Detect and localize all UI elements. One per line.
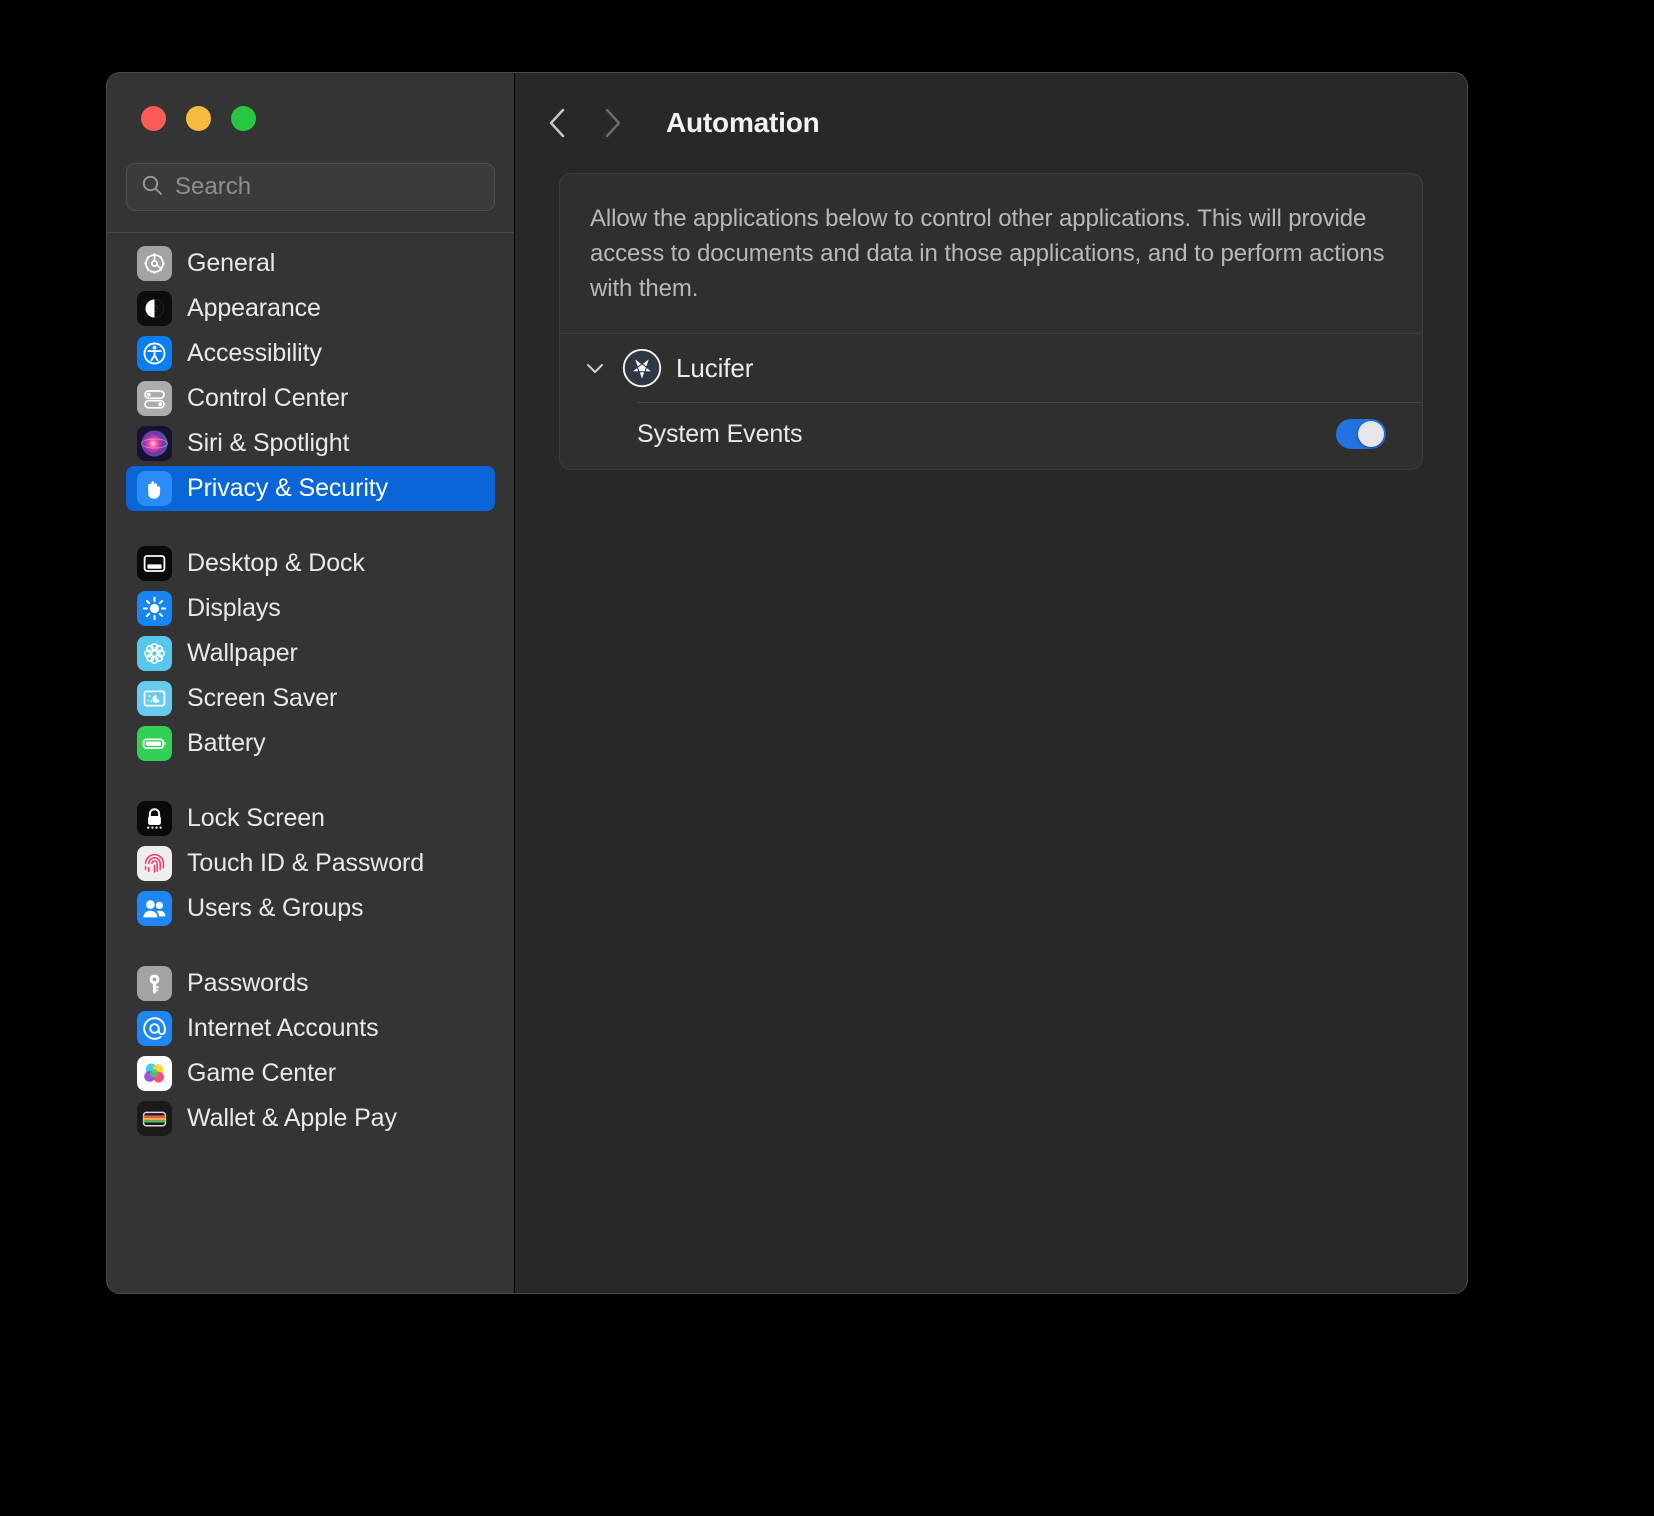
zoom-button[interactable] — [231, 105, 256, 131]
sidebar-item-passwords[interactable]: Passwords — [126, 961, 495, 1006]
sidebar-item-label: Wallpaper — [187, 639, 298, 667]
sidebar-group-2: Desktop & Dock Displays Wallpaper Screen… — [126, 541, 495, 766]
search-input[interactable] — [175, 173, 485, 201]
sidebar-item-label: Battery — [187, 729, 266, 757]
sidebar-item-label: Privacy & Security — [187, 474, 389, 502]
sidebar-item-users-groups[interactable]: Users & Groups — [126, 886, 495, 931]
sidebar-item-label: Displays — [187, 594, 281, 622]
flower-icon — [137, 636, 172, 671]
at-sign-icon — [137, 1011, 172, 1046]
sidebar-item-internet-accounts[interactable]: Internet Accounts — [126, 1006, 495, 1051]
sidebar-item-label: Touch ID & Password — [187, 849, 425, 877]
app-group-row[interactable]: Lucifer — [560, 334, 1422, 402]
sidebar-item-privacy-security[interactable]: Privacy & Security — [126, 466, 495, 511]
automation-target-row: System Events — [560, 403, 1422, 469]
gear-icon — [137, 246, 172, 281]
desktop-dock-icon — [137, 546, 172, 581]
automation-card: Allow the applications below to control … — [559, 173, 1423, 470]
chevron-down-icon[interactable] — [582, 355, 608, 381]
content-body: Allow the applications below to control … — [515, 173, 1467, 470]
search-box[interactable] — [126, 163, 495, 211]
sidebar-item-label: Siri & Spotlight — [187, 429, 350, 457]
fingerprint-icon — [137, 846, 172, 881]
sidebar-group-4: Passwords Internet Accounts Game Center … — [126, 961, 495, 1141]
sidebar-item-label: Accessibility — [187, 339, 322, 367]
back-button[interactable] — [531, 97, 583, 149]
control-center-icon — [137, 381, 172, 416]
battery-icon — [137, 726, 172, 761]
sidebar-item-accessibility[interactable]: Accessibility — [126, 331, 495, 376]
content-toolbar: Automation — [515, 73, 1467, 173]
sidebar-item-label: Game Center — [187, 1059, 336, 1087]
window-controls — [107, 73, 514, 163]
sidebar-item-label: Control Center — [187, 384, 349, 412]
search-container — [107, 163, 514, 232]
key-icon — [137, 966, 172, 1001]
minimize-button[interactable] — [186, 105, 211, 131]
siri-icon — [137, 426, 172, 461]
sidebar-item-general[interactable]: General — [126, 241, 495, 286]
sidebar-item-desktop-dock[interactable]: Desktop & Dock — [126, 541, 495, 586]
game-center-icon — [137, 1056, 172, 1091]
sidebar-item-game-center[interactable]: Game Center — [126, 1051, 495, 1096]
system-settings-window: General Appearance — [106, 72, 1468, 1294]
sidebar-item-lock-screen[interactable]: Lock Screen — [126, 796, 495, 841]
wallet-icon — [137, 1101, 172, 1136]
lock-icon — [137, 801, 172, 836]
sidebar-item-label: Passwords — [187, 969, 309, 997]
sidebar-item-wallet-apple-pay[interactable]: Wallet & Apple Pay — [126, 1096, 495, 1141]
sidebar-item-battery[interactable]: Battery — [126, 721, 495, 766]
sidebar-item-label: General — [187, 249, 276, 277]
forward-button[interactable] — [587, 97, 639, 149]
sidebar-item-label: Users & Groups — [187, 894, 364, 922]
content-area: Automation Allow the applications below … — [515, 73, 1467, 1293]
appearance-icon — [137, 291, 172, 326]
brightness-icon — [137, 591, 172, 626]
system-events-toggle[interactable] — [1336, 419, 1386, 449]
sidebar-group-3: Lock Screen Touch ID & Password Users & … — [126, 796, 495, 931]
sidebar-item-siri-spotlight[interactable]: Siri & Spotlight — [126, 421, 495, 466]
sidebar-item-label: Appearance — [187, 294, 321, 322]
app-name: Lucifer — [676, 352, 754, 383]
accessibility-icon — [137, 336, 172, 371]
sidebar-item-appearance[interactable]: Appearance — [126, 286, 495, 331]
search-icon — [141, 174, 163, 201]
close-button[interactable] — [141, 105, 166, 131]
pentagram-icon — [622, 348, 662, 388]
users-icon — [137, 891, 172, 926]
sidebar-item-label: Desktop & Dock — [187, 549, 365, 577]
sidebar-item-touch-id-password[interactable]: Touch ID & Password — [126, 841, 495, 886]
page-title: Automation — [666, 107, 820, 138]
sidebar-item-screen-saver[interactable]: Screen Saver — [126, 676, 495, 721]
sidebar-item-label: Screen Saver — [187, 684, 338, 712]
automation-description: Allow the applications below to control … — [590, 205, 1385, 302]
sidebar: General Appearance — [107, 73, 515, 1293]
sidebar-item-wallpaper[interactable]: Wallpaper — [126, 631, 495, 676]
sidebar-item-displays[interactable]: Displays — [126, 586, 495, 631]
sidebar-item-label: Lock Screen — [187, 804, 325, 832]
hand-icon — [137, 471, 172, 506]
sidebar-item-label: Wallet & Apple Pay — [187, 1104, 397, 1132]
sidebar-item-label: Internet Accounts — [187, 1014, 379, 1042]
toggle-knob — [1358, 421, 1384, 447]
sidebar-group-1: General Appearance Accessibility Control… — [126, 241, 495, 511]
screen-saver-icon — [137, 681, 172, 716]
sidebar-nav: General Appearance Accessibility Control… — [107, 233, 514, 1293]
sidebar-item-control-center[interactable]: Control Center — [126, 376, 495, 421]
automation-target-name: System Events — [637, 419, 803, 448]
